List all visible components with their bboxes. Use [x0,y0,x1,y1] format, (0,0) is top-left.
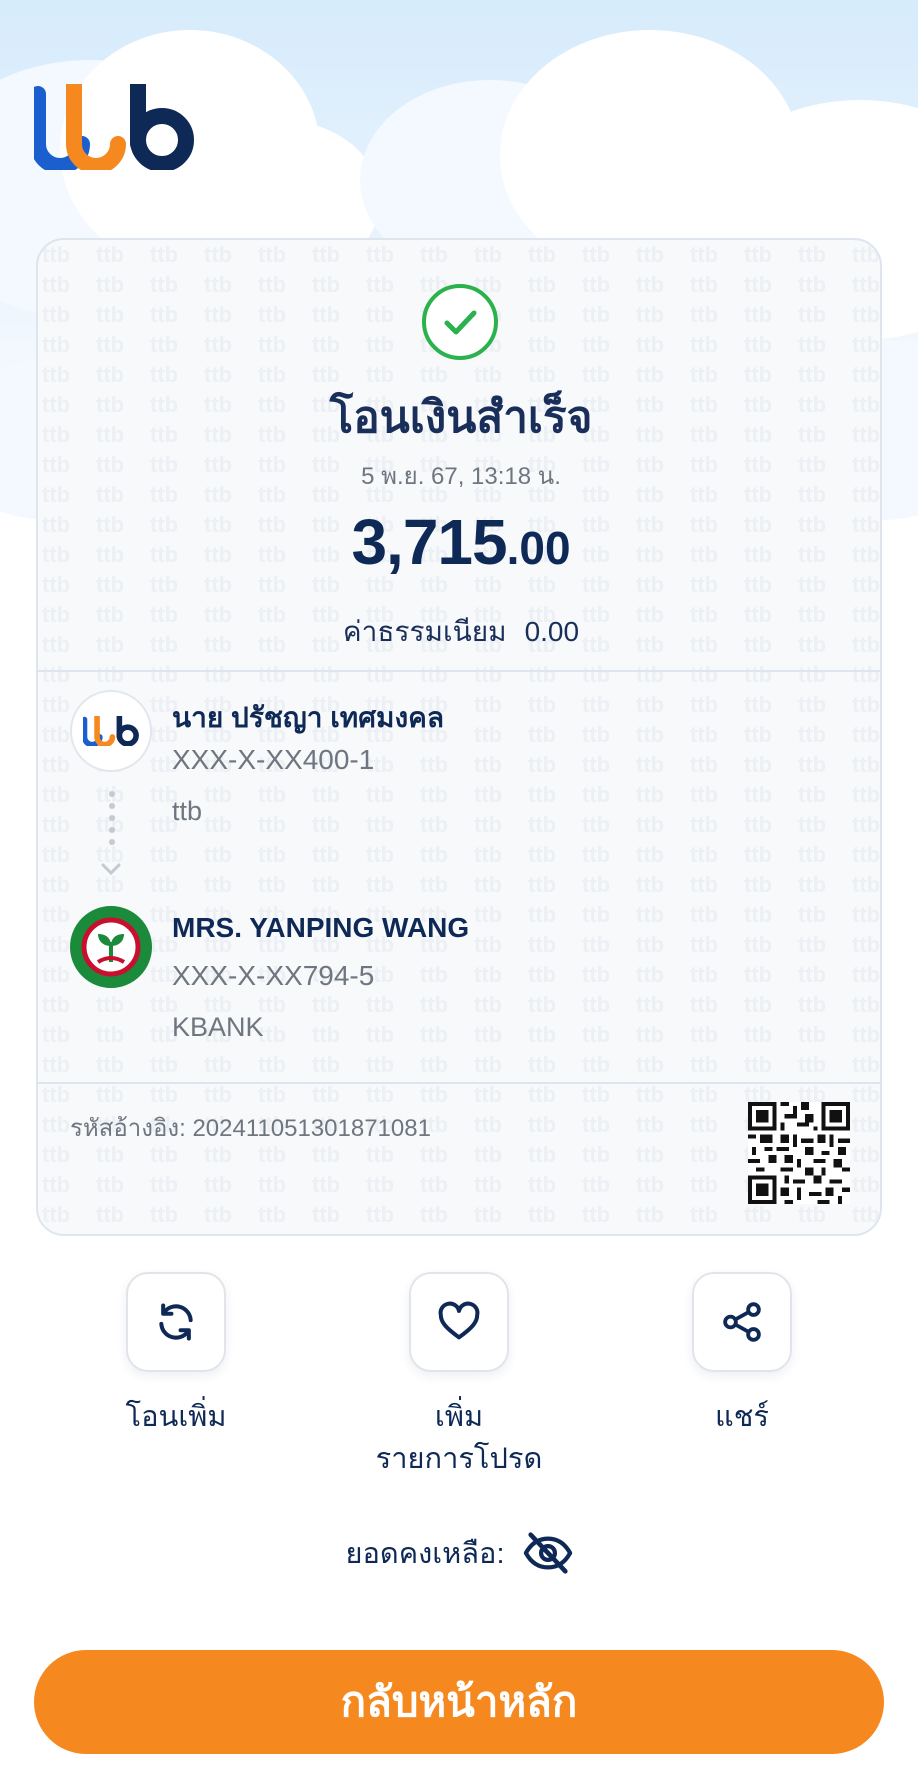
transfer-connector-dots [109,791,115,845]
reference-label: รหัสอ้างอิง: [70,1115,186,1142]
ttb-logo [34,84,194,170]
transaction-datetime: 5 พ.ย. 67, 13:18 น. [361,463,561,490]
fee-value: 0.00 [524,616,580,647]
fee-label: ค่าธรรมเนียม [342,616,507,647]
transfer-amount: 3,715.00 [38,510,880,574]
ttb-bank-icon [83,716,139,746]
sender-account: XXX-X-XX400-1 [172,744,375,775]
share-button[interactable] [692,1272,792,1372]
add-favorite-label[interactable]: เพิ่ม รายการโปรด [349,1396,569,1480]
add-favorite-button[interactable] [409,1272,509,1372]
divider [38,670,880,672]
refresh-icon [159,1303,193,1341]
eye-off-icon[interactable] [523,1531,573,1575]
transfer-again-label[interactable]: โอนเพิ่ม [66,1396,286,1438]
receiver-name: MRS. YANPING WANG [172,912,470,943]
divider [38,1082,880,1084]
sender-name: นาย ปรัชญา เทศมงคล [172,702,445,733]
chevron-down-icon [101,863,121,876]
share-icon [723,1302,761,1342]
success-title: โอนเงินสำเร็จ [329,393,593,442]
add-favorite-label-line2: รายการโปรด [375,1443,543,1475]
check-circle-icon [422,284,498,360]
fee-row: ค่าธรรมเนียม 0.00 [38,610,880,654]
receiver-bank: KBANK [172,1012,264,1042]
add-favorite-label-line1: เพิ่ม [434,1401,484,1433]
receipt-card: ttb โอนเงินสำเร็จ 5 พ.ย. 67, 13:18 น. 3,… [36,238,882,1236]
sender-bank-avatar [70,690,152,772]
balance-row: ยอดคงเหลือ: [0,1530,918,1576]
heart-icon [438,1301,480,1340]
reference-row: รหัสอ้างอิง: 20241105130187108​1 [70,1108,431,1147]
receiver-account: XXX-X-XX794-5 [172,960,375,991]
share-label[interactable]: แชร์ [632,1396,852,1438]
reference-value: 20241105130187108​1 [192,1115,431,1142]
amount-main: 3,715 [351,506,507,578]
transfer-again-button[interactable] [126,1272,226,1372]
kbank-icon [81,917,141,977]
balance-label: ยอดคงเหลือ: [345,1538,505,1570]
sender-bank: ttb [172,796,203,826]
back-to-home-button[interactable]: กลับหน้าหลัก [34,1650,884,1754]
receiver-bank-avatar [70,906,152,988]
amount-decimal: .00 [506,522,571,574]
qr-code[interactable] [748,1102,850,1204]
